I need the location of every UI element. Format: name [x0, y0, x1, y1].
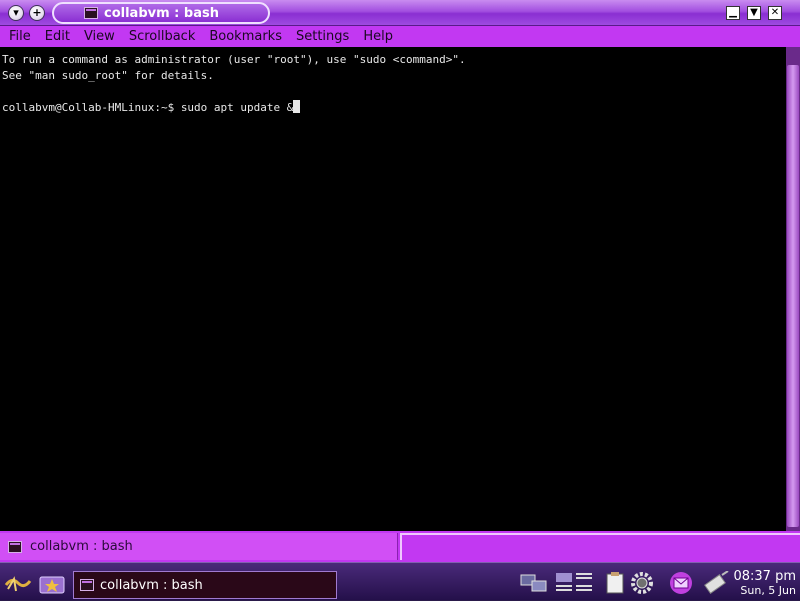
terminal-icon [84, 7, 98, 19]
terminal-cursor [293, 100, 301, 113]
maximize-button[interactable]: ▼ [747, 6, 761, 20]
pager-icon[interactable] [556, 571, 592, 595]
network-icon[interactable] [520, 571, 547, 595]
terminal-icon [8, 540, 22, 553]
terminal-prompt: collabvm@Collab-HMLinux:~$ [2, 101, 181, 114]
maximize-icon: ▼ [750, 7, 758, 18]
terminal-icon [80, 579, 94, 591]
terminal-output[interactable]: To run a command as administrator (user … [0, 47, 786, 531]
menu-bar: File Edit View Scrollback Bookmarks Sett… [0, 26, 800, 47]
session-tab-label: collabvm : bash [30, 539, 133, 554]
gear-icon[interactable] [630, 571, 654, 595]
terminal-command: sudo apt update & [180, 101, 294, 114]
clock-date: Sun, 5 Jun [740, 584, 796, 597]
close-icon: ✕ [770, 7, 780, 18]
menu-bookmarks[interactable]: Bookmarks [202, 29, 289, 44]
menu-edit[interactable]: Edit [38, 29, 77, 44]
taskbar-task-terminal[interactable]: collabvm : bash [73, 571, 337, 599]
session-tab-bar: collabvm : bash [0, 531, 800, 562]
clock-time: 08:37 pm [733, 569, 796, 584]
window-title-pill[interactable]: collabvm : bash [52, 2, 270, 24]
menu-help[interactable]: Help [356, 29, 400, 44]
menu-settings[interactable]: Settings [289, 29, 356, 44]
tab-bar-empty-area [400, 533, 800, 560]
window-titlebar[interactable]: ▾ + collabvm : bash ▁ ▼ ✕ [0, 0, 800, 26]
taskbar: collabvm : bash 08:37 pm Sun, 5 Jun [0, 562, 800, 600]
minimize-icon: ▁ [729, 7, 737, 18]
terminal-line: See "man sudo_root" for details. [2, 69, 214, 82]
terminal-line: To run a command as administrator (user … [2, 53, 466, 66]
home-folder-icon[interactable] [38, 571, 66, 597]
clipboard-icon[interactable] [604, 571, 628, 595]
terminal-scrollbar[interactable] [786, 47, 800, 531]
close-button[interactable]: ✕ [768, 6, 782, 20]
window-title: collabvm : bash [104, 5, 219, 21]
menu-scrollback[interactable]: Scrollback [122, 29, 203, 44]
scrollbar-thumb[interactable] [787, 65, 799, 527]
session-tab[interactable]: collabvm : bash [0, 533, 398, 560]
clock[interactable]: 08:37 pm Sun, 5 Jun [733, 569, 796, 597]
power-plug-icon[interactable] [702, 570, 729, 595]
mail-icon[interactable] [668, 571, 692, 595]
terminal-prompt-line: collabvm@Collab-HMLinux:~$ sudo apt upda… [2, 100, 784, 116]
chevron-down-icon: ▾ [13, 6, 19, 19]
menu-view[interactable]: View [77, 29, 122, 44]
window-menu-button[interactable]: ▾ [8, 5, 24, 21]
minimize-button[interactable]: ▁ [726, 6, 740, 20]
plus-icon: + [32, 6, 42, 19]
app-menu-logo-icon[interactable] [4, 571, 32, 595]
taskbar-task-label: collabvm : bash [100, 577, 203, 593]
sticky-button[interactable]: + [29, 5, 45, 21]
menu-file[interactable]: File [2, 29, 38, 44]
